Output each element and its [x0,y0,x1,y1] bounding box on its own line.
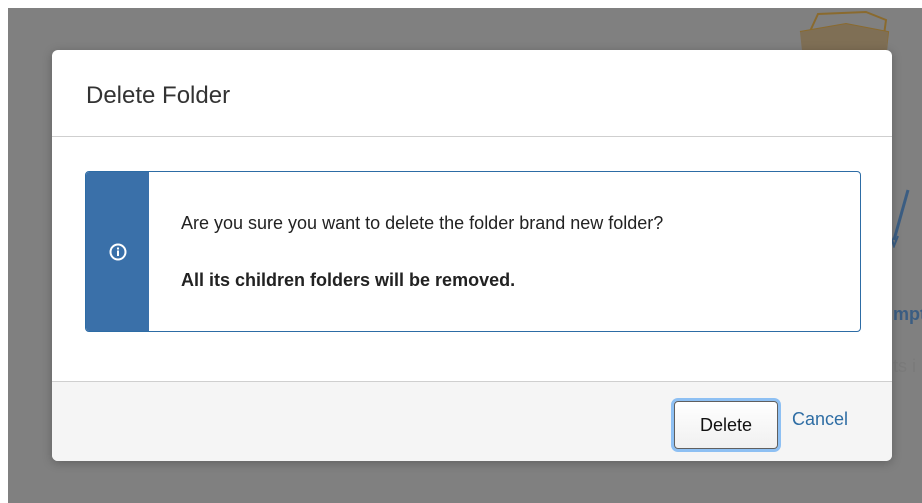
delete-folder-dialog: Delete Folder Are you sure you want to d… [52,50,892,461]
info-circle-icon [109,243,126,260]
background-text-fragment: ts i [893,356,917,376]
cancel-link[interactable]: Cancel [792,409,848,430]
dialog-header: Delete Folder [52,50,892,137]
page-left-edge [0,0,8,503]
alert-content: Are you sure you want to delete the fold… [149,172,663,331]
warning-message: All its children folders will be removed… [181,270,516,290]
delete-button[interactable]: Delete [674,401,778,449]
background-heading-fragment: mpt [893,304,922,324]
info-alert: Are you sure you want to delete the fold… [85,171,861,332]
dialog-title: Delete Folder [86,82,231,109]
alert-icon-stripe [86,172,149,331]
page-top-edge [0,0,922,8]
confirmation-message: Are you sure you want to delete the fold… [181,213,664,233]
dialog-body: Are you sure you want to delete the fold… [52,137,892,381]
dialog-footer: Delete Cancel [52,381,892,461]
